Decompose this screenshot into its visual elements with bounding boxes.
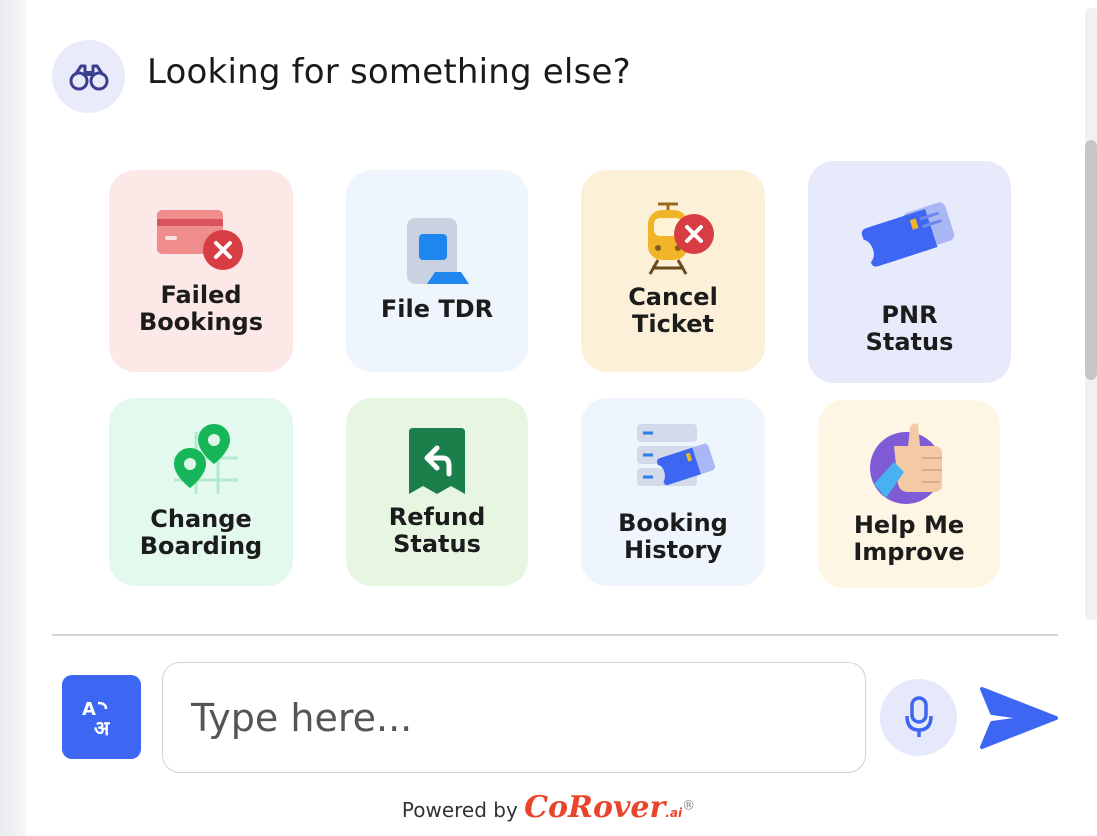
tile-change-boarding[interactable]: Change Boarding (109, 398, 293, 586)
booking-history-icon (581, 420, 765, 492)
tile-label-line1: Booking (618, 509, 728, 537)
document-icon (346, 216, 528, 290)
tile-label-line1: Refund (388, 503, 486, 531)
language-toggle-button[interactable]: A अ (62, 675, 141, 759)
tile-booking-history[interactable]: Booking History (581, 398, 765, 586)
tile-label-line2: Bookings (138, 308, 263, 336)
location-pins-icon (109, 424, 293, 500)
left-edge (0, 0, 26, 836)
divider (52, 634, 1058, 636)
tile-help-me-improve[interactable]: Help Me Improve (818, 400, 1000, 588)
page-title: Looking for something else? (147, 52, 631, 92)
thumbs-up-icon (818, 422, 1000, 506)
mic-icon (904, 695, 933, 737)
tile-label-line1: Failed (160, 281, 242, 309)
tile-cancel-ticket[interactable]: Cancel Ticket (581, 170, 765, 372)
tile-label-line1: PNR (881, 301, 938, 329)
tile-label-line2: Status (393, 530, 481, 558)
message-input-box[interactable] (162, 662, 866, 773)
failed-card-icon (109, 206, 293, 276)
powered-by: Powered by CoRover.ai® (0, 790, 1097, 825)
send-button[interactable] (976, 680, 1060, 756)
refund-icon (346, 428, 528, 498)
powered-by-text: Powered by (401, 798, 518, 822)
message-input[interactable] (191, 685, 841, 751)
ticket-icon (808, 197, 1011, 277)
tile-refund-status[interactable]: Refund Status (346, 398, 528, 586)
train-cancel-icon (581, 202, 765, 276)
tile-label-line1: File TDR (380, 295, 494, 323)
scrollbar-thumb[interactable] (1085, 140, 1097, 380)
tile-label-line2: Improve (853, 538, 965, 566)
tile-label-line2: Status (865, 328, 954, 356)
tile-label-line2: Ticket (632, 310, 714, 338)
tile-pnr-status[interactable]: PNR Status (808, 161, 1011, 383)
binoculars-icon (52, 40, 125, 113)
registered-mark: ® (682, 798, 696, 814)
tile-file-tdr[interactable]: File TDR (346, 170, 528, 372)
send-icon (980, 687, 1058, 749)
mic-button[interactable] (880, 679, 957, 756)
tile-label-line1: Cancel (628, 283, 718, 311)
tile-label-line2: History (623, 536, 723, 564)
tile-label-line1: Help Me (853, 511, 965, 539)
translate-icon: A अ (82, 699, 110, 739)
brand-suffix: .ai (665, 806, 683, 820)
svg-text:अ: अ (94, 716, 110, 739)
tile-label-line2: Boarding (139, 532, 263, 560)
brand-logo[interactable]: CoRover (524, 790, 665, 825)
tile-label-line1: Change (150, 505, 252, 533)
tile-failed-bookings[interactable]: Failed Bookings (109, 170, 293, 372)
